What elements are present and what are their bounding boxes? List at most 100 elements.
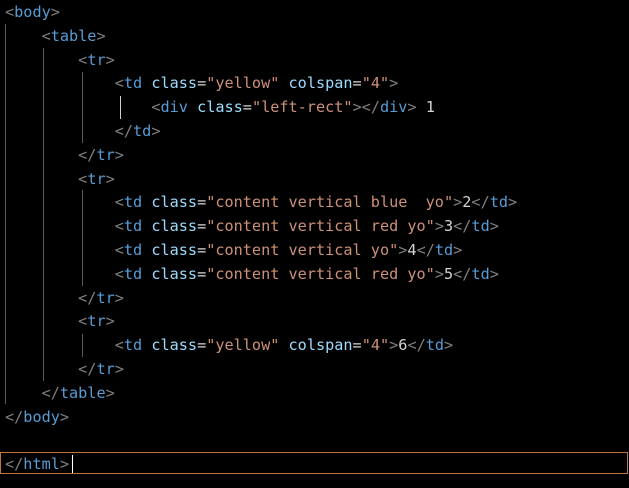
code-line[interactable]: </tr> (5, 358, 124, 382)
code-line[interactable]: <td class="content vertical red yo">3</t… (5, 215, 499, 239)
code-line[interactable]: </body> (5, 406, 69, 430)
angle-bracket: < (5, 3, 15, 21)
text-content (142, 74, 151, 92)
text-content (142, 336, 151, 354)
text-content (5, 217, 115, 235)
code-line[interactable]: <td class="content vertical yo">4</td> (5, 239, 463, 263)
text-content (279, 336, 288, 354)
tag-name: td (123, 264, 143, 283)
code-line[interactable]: <tr> (5, 310, 115, 334)
text-content: 1 (416, 98, 435, 117)
code-line[interactable]: <td class="yellow" colspan="4">6</td> (5, 334, 453, 358)
attribute-value: "4" (361, 74, 390, 93)
text-content (5, 289, 78, 307)
attribute-name: class (151, 241, 198, 259)
angle-bracket: </ (78, 360, 97, 378)
tag-name: td (123, 74, 143, 93)
tag-name: tr (87, 169, 106, 188)
angle-bracket: > (59, 407, 70, 426)
angle-bracket: </ (5, 455, 24, 474)
angle-bracket: < (114, 193, 124, 212)
angle-bracket: > (50, 3, 60, 21)
code-line[interactable]: <tr> (5, 168, 115, 192)
equals-sign: = (242, 98, 252, 117)
angle-bracket: > (407, 98, 417, 117)
text-content (142, 241, 151, 259)
text-content (188, 98, 197, 116)
angle-bracket: > (96, 26, 106, 45)
text-content (5, 51, 78, 69)
equals-sign: = (197, 217, 207, 236)
code-line[interactable]: <td class="content vertical blue yo">2</… (5, 191, 517, 215)
code-line[interactable]: <tr> (5, 49, 115, 73)
angle-bracket: < (78, 169, 88, 188)
attribute-name: class (151, 264, 198, 283)
tag-name: td (133, 122, 152, 140)
angle-bracket: > (389, 74, 399, 93)
angle-bracket: > (105, 312, 115, 331)
angle-bracket: > (453, 193, 463, 212)
tag-name: tr (96, 145, 115, 164)
attribute-value: "content vertical red yo" (206, 217, 435, 236)
angle-bracket: </ (41, 383, 60, 402)
angle-bracket: > (105, 169, 115, 188)
code-line[interactable]: <td class="content vertical red yo">5</t… (5, 263, 499, 287)
angle-bracket: </ (416, 241, 435, 259)
equals-sign: = (197, 241, 207, 259)
tag-name: tr (87, 50, 106, 69)
text-content: 5 (443, 264, 454, 283)
text-content (142, 217, 151, 235)
text-content (5, 384, 42, 402)
text-content (5, 170, 78, 188)
angle-bracket: ></ (352, 98, 380, 117)
code-editor[interactable]: <body> <table> <tr> <td class="yellow" c… (0, 0, 629, 488)
angle-bracket: </ (5, 407, 24, 426)
angle-bracket: </ (453, 264, 472, 283)
code-line[interactable]: </tr> (5, 287, 124, 311)
text-content: 4 (407, 241, 417, 259)
text-content: 3 (443, 217, 454, 236)
angle-bracket: > (444, 336, 454, 355)
code-line[interactable]: </table> (5, 382, 115, 406)
attribute-value: "4" (361, 336, 390, 355)
text-content (5, 241, 115, 259)
attribute-value: "yellow" (206, 74, 280, 93)
angle-bracket: < (114, 74, 124, 93)
angle-bracket: > (508, 193, 518, 212)
angle-bracket: < (41, 26, 51, 45)
tag-name: table (59, 383, 106, 402)
code-line[interactable]: <td class="yellow" colspan="4"> (5, 72, 399, 96)
attribute-value: "left-rect" (251, 98, 353, 117)
angle-bracket: > (434, 217, 444, 236)
tag-name: td (471, 264, 490, 283)
code-line[interactable]: <table> (5, 25, 106, 49)
code-line[interactable]: </tr> (5, 144, 124, 168)
code-line[interactable]: <body> (5, 1, 60, 25)
text-content (5, 360, 78, 378)
equals-sign: = (197, 74, 207, 93)
text-content (142, 265, 151, 283)
code-line[interactable]: </html> (5, 453, 69, 477)
tag-name: body (14, 3, 51, 21)
angle-bracket: > (151, 122, 161, 140)
angle-bracket: > (389, 336, 399, 355)
equals-sign: = (352, 74, 362, 93)
text-content (5, 265, 115, 283)
angle-bracket: </ (453, 217, 472, 236)
text-content (5, 27, 42, 45)
angle-bracket: > (114, 288, 124, 307)
angle-bracket: </ (407, 336, 426, 355)
tag-name: td (123, 336, 143, 355)
code-line[interactable]: <div class="left-rect"></div> 1 (5, 96, 435, 120)
text-content (5, 98, 151, 116)
angle-bracket: > (114, 360, 124, 378)
tag-name: td (489, 193, 509, 212)
attribute-value: "content vertical yo" (206, 241, 399, 259)
angle-bracket: > (489, 264, 499, 283)
tag-name: table (50, 26, 97, 45)
tag-name: body (23, 407, 60, 426)
code-line[interactable]: </td> (5, 120, 161, 144)
equals-sign: = (197, 336, 207, 355)
equals-sign: = (352, 336, 362, 355)
tag-name: tr (96, 288, 115, 307)
